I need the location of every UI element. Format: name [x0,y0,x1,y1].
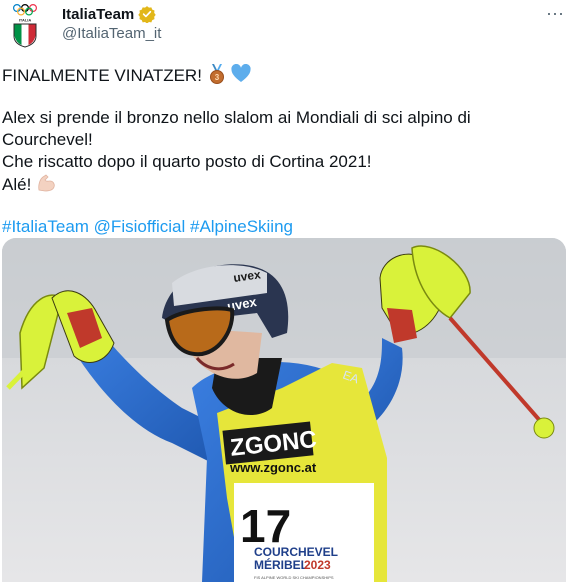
tweet-line-ale: Alé! [2,173,562,196]
svg-text:ITALIA: ITALIA [19,18,32,23]
tweet-line: Courchevel! [2,130,93,149]
blue-heart-emoji [231,64,251,82]
svg-text:3: 3 [214,73,219,82]
hashtag-alpineskiing[interactable]: #AlpineSkiing [190,217,293,236]
mention-fisiofficial[interactable]: @Fisiofficial [94,217,186,236]
bronze-medal-emoji: 3 [209,64,224,84]
tweet-header: ITALIA ItaliaTeam @ItaliaTeam_it ··· [0,0,568,52]
bib-url: www.zgonc.at [229,460,317,475]
tweet-headline: FINALMENTE VINATZER! 3 [2,64,562,87]
skier-photo: ZGONC www.zgonc.at 17 COURCHEVEL MÉRIBEL… [2,238,566,582]
tweet-photo[interactable]: ZGONC www.zgonc.at 17 COURCHEVEL MÉRIBEL… [2,238,566,582]
event-line2: MÉRIBEL [254,557,308,572]
author-handle[interactable]: @ItaliaTeam_it [62,25,161,42]
event-line1: COURCHEVEL [254,545,338,559]
hashtag-italiateam[interactable]: #ItaliaTeam [2,217,89,236]
avatar[interactable]: ITALIA [8,2,42,48]
olympic-rings-icon [12,3,38,16]
italian-shield-icon [13,23,37,48]
hashtag-row: #ItaliaTeam @Fisiofficial #AlpineSkiing [2,216,562,238]
ellipsis-icon[interactable]: ··· [546,4,564,22]
tweet-text: FINALMENTE VINATZER! 3 Alex si prende il… [2,64,562,238]
headline-text: FINALMENTE VINATZER! [2,66,202,85]
tweet-line: Che riscatto dopo il quarto posto di Cor… [2,152,372,171]
flexed-biceps-emoji [38,174,55,192]
tweet-line: Alex si prende il bronzo nello slalom ai… [2,108,471,127]
display-name[interactable]: ItaliaTeam [62,6,134,23]
event-sub: FIS ALPINE WORLD SKI CHAMPIONSHIPS [254,575,334,580]
tweet-line: Alé! [2,175,32,194]
gold-verified-badge-icon[interactable] [138,5,156,23]
event-year: 2023 [304,558,331,572]
tweet-card: ITALIA ItaliaTeam @ItaliaTeam_it ··· FIN… [0,0,568,582]
